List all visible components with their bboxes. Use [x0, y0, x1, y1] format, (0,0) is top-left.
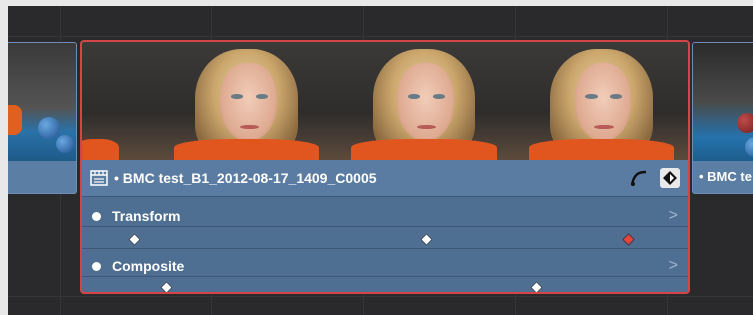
track-label: Composite: [112, 258, 185, 274]
clip-thumbnail: [82, 42, 157, 160]
clip-thumbnails: [82, 42, 688, 160]
track-dot-icon: [92, 211, 101, 221]
divider: [82, 196, 688, 197]
thumbnail-detail: [408, 93, 421, 99]
thumbnail-detail: [56, 135, 74, 153]
keyframe-marker-selected[interactable]: [622, 233, 635, 246]
thumbnail-detail: [230, 93, 244, 99]
window-left-edge: [0, 0, 8, 315]
thumbnail-detail: [574, 63, 632, 142]
thumbnail-detail: [351, 138, 497, 160]
track-dot-icon: [92, 261, 101, 271]
keyframe-marker[interactable]: [160, 281, 173, 292]
divider: [82, 276, 688, 277]
keyframe-marker[interactable]: [420, 233, 433, 246]
clip-thumbnail: [510, 42, 688, 160]
thumbnail-detail: [528, 138, 674, 160]
keyframe-lane-composite[interactable]: [82, 278, 688, 292]
thumbnail-detail: [610, 93, 623, 99]
thumbnail-detail: [745, 137, 753, 157]
thumbnail-detail: [585, 93, 598, 99]
keyframe-marker[interactable]: [530, 281, 543, 292]
thumbnail-detail: [737, 113, 753, 133]
thumbnail-detail: [38, 117, 60, 139]
clip-name: • BMC test_B1_2012-08-17_1409_C0005: [114, 170, 377, 186]
thumbnail-detail: [432, 93, 446, 99]
chevron-right-icon[interactable]: >: [669, 207, 678, 225]
divider: [82, 226, 688, 227]
keyframe-diamond-icon: [663, 171, 677, 185]
thumbnail-detail: [82, 138, 120, 160]
keyframe-marker[interactable]: [128, 233, 141, 246]
track-divider: [8, 296, 753, 297]
thumbnail-detail: [255, 93, 269, 99]
clip-name-bar[interactable]: • BMC test_B1_2012-08-17_1409_C0005: [82, 160, 688, 196]
clip-thumbnail: [156, 42, 334, 160]
curve-editor-icon[interactable]: [630, 169, 648, 187]
next-clip[interactable]: • BMC te: [692, 42, 753, 194]
clip-film-icon: [90, 170, 108, 186]
keyframe-lane-transform[interactable]: [82, 230, 688, 250]
thumbnail-detail: [220, 63, 277, 142]
previous-clip-label: [8, 161, 76, 193]
timeline-track-area[interactable]: • BMC test_B1_2012-08-17_1409_C0005 Tran…: [8, 6, 753, 315]
chevron-right-icon[interactable]: >: [669, 257, 678, 275]
clip-thumbnail: [333, 42, 511, 160]
divider: [82, 248, 688, 249]
selected-clip[interactable]: • BMC test_B1_2012-08-17_1409_C0005 Tran…: [80, 40, 690, 294]
thumbnail-detail: [8, 105, 22, 135]
thumbnail-detail: [174, 138, 320, 160]
next-clip-label: • BMC te: [693, 161, 753, 193]
keyframe-toggle-button[interactable]: [660, 168, 680, 188]
track-divider: [8, 36, 753, 37]
previous-clip[interactable]: [8, 42, 77, 194]
thumbnail-detail: [397, 63, 455, 142]
track-label: Transform: [112, 208, 181, 224]
next-clip-thumbnail: [693, 43, 753, 161]
thumbnail-detail: [594, 124, 614, 130]
previous-clip-thumbnail: [8, 43, 76, 161]
